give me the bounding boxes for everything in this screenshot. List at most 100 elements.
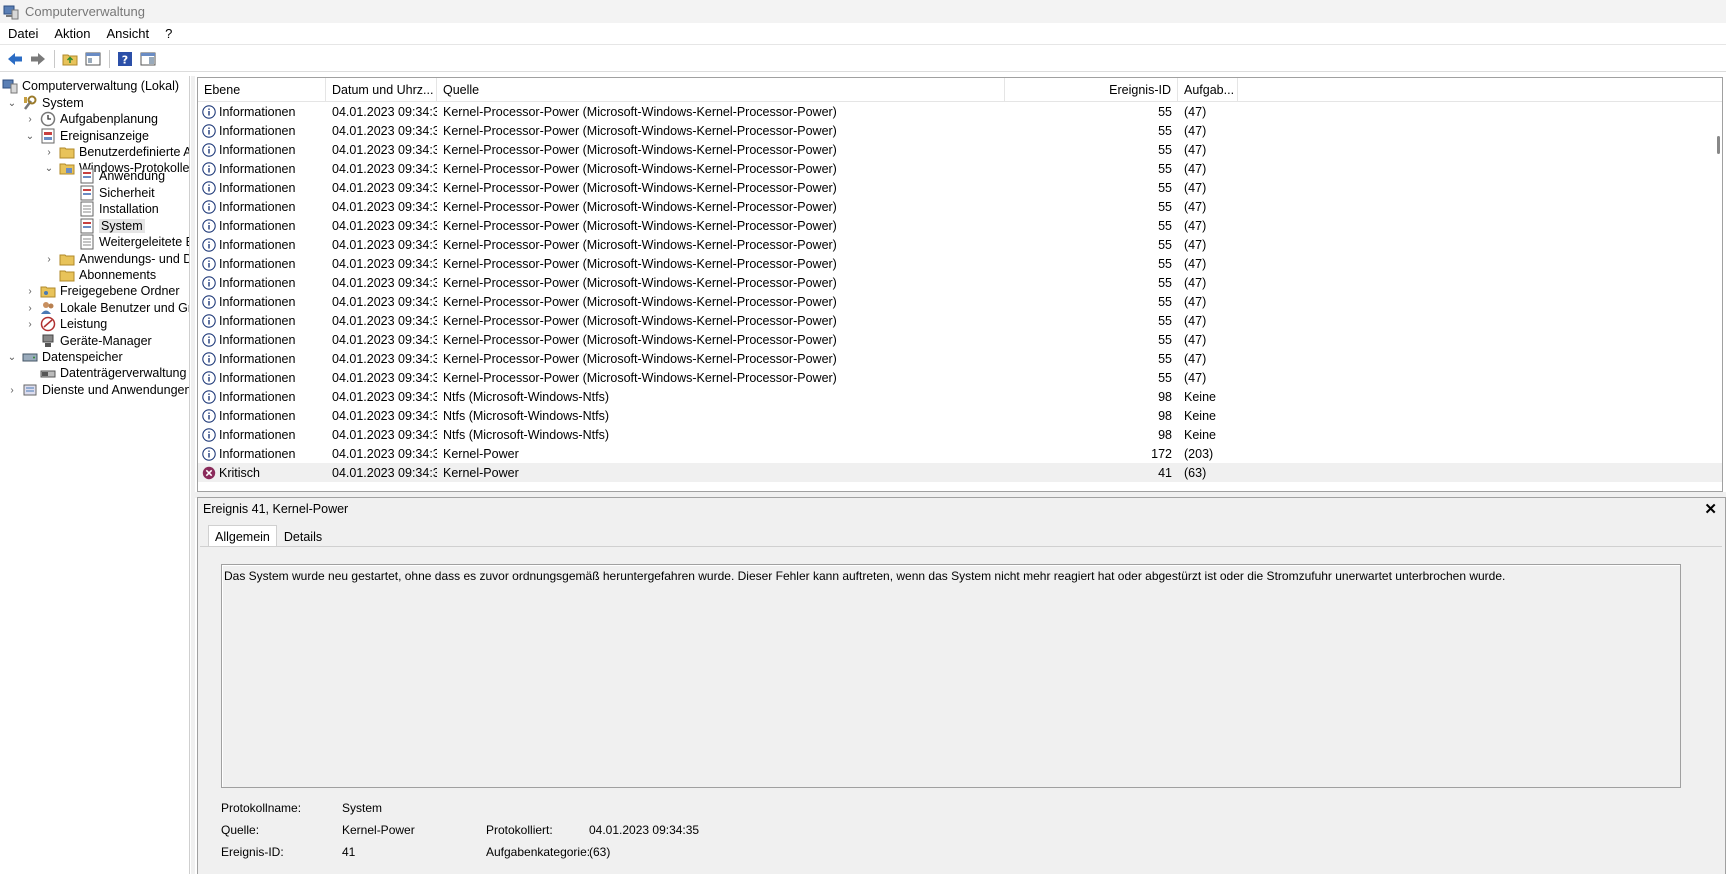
- cell-ebene: Informationen: [198, 428, 326, 442]
- cell-quelle: Ntfs (Microsoft-Windows-Ntfs): [443, 408, 609, 423]
- cell-ebene: Informationen: [198, 257, 326, 271]
- back-button[interactable]: [4, 48, 26, 70]
- table-row[interactable]: Informationen 04.01.2023 09:34:36 Kernel-P…: [198, 330, 1722, 349]
- list-scrollbar[interactable]: [1717, 136, 1720, 154]
- table-row[interactable]: Informationen 04.01.2023 09:34:36 Kernel-P…: [198, 254, 1722, 273]
- table-row[interactable]: Informationen 04.01.2023 09:34:35 Kernel-P…: [198, 444, 1722, 463]
- chevron-right-icon[interactable]: ›: [43, 253, 55, 265]
- table-row[interactable]: Informationen 04.01.2023 09:34:36 Kernel-P…: [198, 311, 1722, 330]
- table-row[interactable]: Informationen 04.01.2023 09:34:36 Kernel-P…: [198, 292, 1722, 311]
- subscriptions-icon: [59, 270, 75, 282]
- action-pane-button[interactable]: [137, 48, 159, 70]
- level-text: Informationen: [219, 389, 296, 404]
- tree-item-aufgabenplanung[interactable]: › Aufgabenplanung: [24, 110, 158, 128]
- table-row[interactable]: Kritisch 04.01.2023 09:34:35 Kernel-Power 4…: [198, 463, 1722, 482]
- help-button[interactable]: ?: [114, 48, 136, 70]
- system-tools-icon: [24, 95, 37, 110]
- up-folder-button[interactable]: [59, 48, 81, 70]
- table-row[interactable]: Informationen 04.01.2023 09:34:36 Kernel-P…: [198, 235, 1722, 254]
- chevron-right-icon[interactable]: ›: [6, 384, 18, 396]
- tree-label: Leistung: [60, 317, 108, 331]
- cell-datum: 04.01.2023 09:34:36: [332, 237, 437, 252]
- table-row[interactable]: Informationen 04.01.2023 09:34:36 Kernel-P…: [198, 349, 1722, 368]
- cell-aufg: (203): [1184, 446, 1214, 461]
- chevron-right-icon[interactable]: ›: [24, 318, 36, 330]
- table-row[interactable]: Informationen 04.01.2023 09:34:36 Kernel-P…: [198, 216, 1722, 235]
- toolbar-separator: [109, 49, 110, 68]
- folder-up-icon: [62, 54, 78, 65]
- chevron-right-icon[interactable]: ›: [24, 113, 36, 125]
- table-row[interactable]: Informationen 04.01.2023 09:34:36 Kernel-P…: [198, 368, 1722, 387]
- table-row[interactable]: Informationen 04.01.2023 09:34:35 Ntfs (Mi…: [198, 425, 1722, 444]
- vertical-splitter[interactable]: [191, 76, 195, 874]
- quelle-value: Kernel-Power: [342, 823, 415, 837]
- log-icon: [80, 168, 94, 184]
- chevron-right-icon[interactable]: ›: [43, 146, 55, 158]
- info-icon: [202, 180, 216, 195]
- cell-quelle: Kernel-Processor-Power (Microsoft-Window…: [443, 370, 837, 385]
- level-text: Informationen: [219, 370, 296, 385]
- tree-item-anwendung[interactable]: Anwendung: [79, 167, 165, 185]
- tree-label: Lokale Benutzer und Gr: [60, 301, 190, 315]
- level-text: Informationen: [219, 180, 296, 195]
- cell-quelle: Kernel-Processor-Power (Microsoft-Window…: [443, 104, 837, 119]
- column-header-quelle[interactable]: Quelle: [437, 78, 1005, 102]
- ereignis-id-value: 41: [342, 845, 356, 859]
- column-header-datum[interactable]: Datum und Uhrz...: [326, 78, 437, 102]
- close-icon[interactable]: ✕: [1704, 500, 1717, 518]
- tab-details[interactable]: Details: [277, 525, 329, 547]
- forward-button[interactable]: [27, 48, 49, 70]
- info-icon: [202, 370, 216, 385]
- table-row[interactable]: Informationen 04.01.2023 09:34:36 Kernel-P…: [198, 121, 1722, 140]
- menu-help[interactable]: ?: [157, 23, 180, 45]
- menu-ansicht[interactable]: Ansicht: [99, 23, 158, 45]
- cell-aufg: (47): [1184, 332, 1207, 347]
- column-header-ereignis-id[interactable]: Ereignis-ID: [1005, 78, 1178, 102]
- cell-datum: 04.01.2023 09:34:36: [332, 370, 437, 385]
- tab-allgemein[interactable]: Allgemein: [208, 525, 277, 547]
- chevron-down-icon[interactable]: ⌄: [43, 162, 55, 174]
- cell-ebene: Informationen: [198, 390, 326, 404]
- table-row[interactable]: Informationen 04.01.2023 09:34:36 Kernel-P…: [198, 178, 1722, 197]
- column-header-ebene[interactable]: Ebene: [198, 78, 326, 102]
- chevron-right-icon[interactable]: ›: [24, 285, 36, 297]
- shared-folder-icon: [40, 286, 56, 298]
- table-row[interactable]: Informationen 04.01.2023 09:34:36 Ntfs (Mi…: [198, 387, 1722, 406]
- folder-icon: [59, 147, 75, 159]
- tree-label: Benutzerdefinierte A: [79, 145, 190, 159]
- table-row[interactable]: Informationen 04.01.2023 09:34:36 Kernel-P…: [198, 273, 1722, 292]
- show-hide-tree-button[interactable]: [82, 48, 104, 70]
- menu-aktion[interactable]: Aktion: [46, 23, 98, 45]
- chevron-down-icon[interactable]: ⌄: [24, 130, 36, 142]
- cell-ebene: Informationen: [198, 238, 326, 252]
- services-icon: [23, 384, 37, 396]
- table-row[interactable]: Informationen 04.01.2023 09:34:36 Kernel-P…: [198, 197, 1722, 216]
- event-description[interactable]: Das System wurde neu gestartet, ohne das…: [221, 564, 1681, 788]
- tree-item-freigegebene[interactable]: › Freigegebene Ordner: [24, 282, 179, 300]
- table-row[interactable]: Informationen 04.01.2023 09:34:36 Kernel-P…: [198, 159, 1722, 178]
- cell-id: 55: [1158, 180, 1172, 195]
- level-text: Informationen: [219, 427, 296, 442]
- table-row[interactable]: Informationen 04.01.2023 09:34:36 Kernel-P…: [198, 140, 1722, 159]
- chevron-right-icon[interactable]: ›: [24, 302, 36, 314]
- tree-item-datentraeger[interactable]: Datenträgerverwaltung: [40, 364, 186, 382]
- computer-management-icon: [3, 5, 19, 19]
- column-header-aufgabe[interactable]: Aufgab...: [1178, 78, 1238, 102]
- tree-item-leistung[interactable]: › Leistung: [24, 315, 107, 333]
- level-text: Informationen: [219, 408, 296, 423]
- info-icon: [202, 256, 216, 271]
- table-row[interactable]: Informationen 04.01.2023 09:34:35 Ntfs (Mi…: [198, 406, 1722, 425]
- cell-aufg: (47): [1184, 275, 1207, 290]
- menu-datei[interactable]: Datei: [0, 23, 46, 45]
- level-text: Informationen: [219, 199, 296, 214]
- cell-quelle: Kernel-Processor-Power (Microsoft-Window…: [443, 161, 837, 176]
- chevron-down-icon[interactable]: ⌄: [6, 97, 18, 109]
- tree-item-installation[interactable]: Installation: [79, 200, 159, 218]
- tree-item-root[interactable]: Computerverwaltung (Lokal): [2, 77, 179, 95]
- chevron-down-icon[interactable]: ⌄: [6, 351, 18, 363]
- tree-item-dienste[interactable]: › Dienste und Anwendungen: [6, 381, 189, 399]
- critical-icon: [202, 466, 216, 479]
- log-icon: [80, 201, 94, 217]
- tree-item-weitergeleitete[interactable]: Weitergeleitete E: [79, 233, 189, 251]
- table-row[interactable]: Informationen 04.01.2023 09:34:36 Kernel-P…: [198, 102, 1722, 121]
